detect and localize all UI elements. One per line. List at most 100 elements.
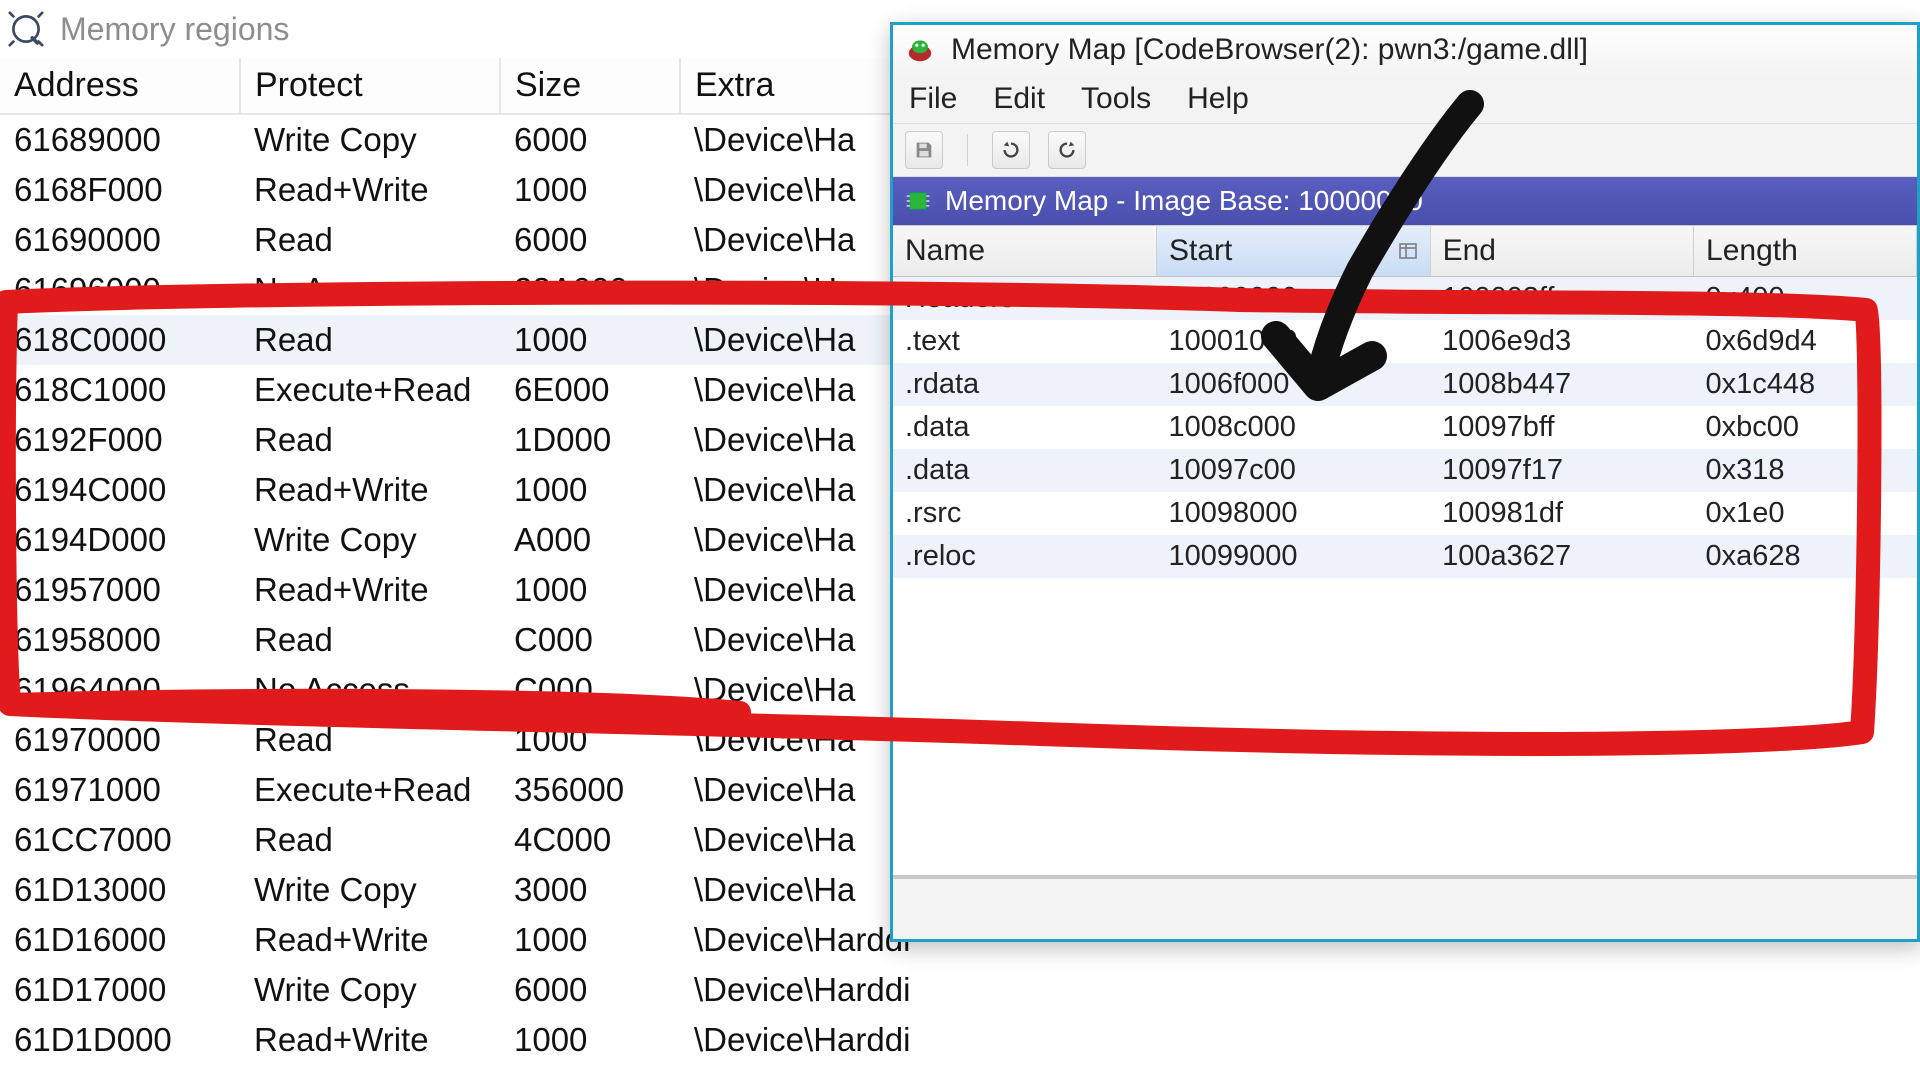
table-cell: 0x1e0 (1694, 492, 1917, 535)
table-cell: 61696000 (0, 265, 240, 315)
table-cell: 1006f000 (1156, 363, 1430, 406)
table-row[interactable]: 61D1D000Read+Write1000\Device\HarddiskVo… (0, 1015, 909, 1065)
table-cell: \Device\Ha (680, 865, 909, 915)
table-row[interactable]: .reloc10099000100a36270xa628 (893, 535, 1917, 578)
redo-button[interactable] (1048, 131, 1086, 169)
table-cell: 0xbc00 (1694, 406, 1917, 449)
save-button[interactable] (905, 131, 943, 169)
gh-window-title: Memory Map [CodeBrowser(2): pwn3:/game.d… (951, 33, 1588, 67)
table-cell: 0x1c448 (1694, 363, 1917, 406)
table-cell: 1000 (500, 1015, 680, 1065)
table-cell: 0x400 (1694, 277, 1917, 321)
table-row[interactable]: Headers10000000100003ff0x400 (893, 277, 1917, 321)
table-row[interactable]: 61D13000Write Copy3000\Device\Ha (0, 865, 909, 915)
ce-col-extra[interactable]: Extra (680, 58, 909, 114)
table-cell: 3000 (500, 865, 680, 915)
table-row[interactable]: .rdata1006f0001008b4470x1c448 (893, 363, 1917, 406)
table-cell: 10001000 (1156, 320, 1430, 363)
table-row[interactable]: 61690000Read6000\Device\Ha (0, 215, 909, 265)
table-row[interactable]: .data1008c00010097bff0xbc00 (893, 406, 1917, 449)
gh-menu-edit[interactable]: Edit (993, 82, 1045, 116)
table-cell: 61D13000 (0, 865, 240, 915)
table-cell: \Device\Ha (680, 815, 909, 865)
gh-col-start[interactable]: Start (1156, 226, 1430, 277)
table-row[interactable]: 61964000No AccessC000\Device\Ha (0, 665, 909, 715)
table-cell: C000 (500, 615, 680, 665)
table-row[interactable]: 61971000Execute+Read356000\Device\Ha (0, 765, 909, 815)
table-cell: 1000 (500, 565, 680, 615)
gh-menu-tools[interactable]: Tools (1081, 82, 1151, 116)
table-cell: 1000 (500, 715, 680, 765)
table-cell: Read (240, 415, 500, 465)
gh-pane-header: Memory Map - Image Base: 10000000 (893, 177, 1917, 225)
table-cell: 1008b447 (1430, 363, 1693, 406)
table-cell: C000 (500, 665, 680, 715)
table-cell: \Device\Ha (680, 615, 909, 665)
table-cell: 61964000 (0, 665, 240, 715)
table-row[interactable]: 61696000No Access22A000\Device\Ha (0, 265, 909, 315)
table-cell: .reloc (893, 535, 1156, 578)
table-cell: Read (240, 215, 500, 265)
table-cell: 0x318 (1694, 449, 1917, 492)
toolbar-separator (967, 134, 968, 166)
ce-memory-regions-table[interactable]: Address Protect Size Extra 61689000Write… (0, 58, 910, 1065)
table-row[interactable]: 618C1000Execute+Read6E000\Device\Ha (0, 365, 909, 415)
ce-col-address[interactable]: Address (0, 58, 240, 114)
table-cell: \Device\HarddiskVolume2\Windows\SysWOW64… (680, 915, 909, 965)
table-row[interactable]: 61958000ReadC000\Device\Ha (0, 615, 909, 665)
table-row[interactable]: 6192F000Read1D000\Device\Ha (0, 415, 909, 465)
table-cell: 61958000 (0, 615, 240, 665)
ce-titlebar[interactable]: Memory regions (0, 0, 910, 58)
table-row[interactable]: 618C0000Read1000\Device\Ha (0, 315, 909, 365)
table-row[interactable]: 61D16000Read+Write1000\Device\HarddiskVo… (0, 915, 909, 965)
table-cell: 6000 (500, 965, 680, 1015)
table-cell: \Device\Ha (680, 114, 909, 165)
table-cell: \Device\Ha (680, 165, 909, 215)
gh-menu-file[interactable]: File (909, 82, 957, 116)
table-row[interactable]: .text100010001006e9d30x6d9d4 (893, 320, 1917, 363)
ce-col-protect[interactable]: Protect (240, 58, 500, 114)
table-cell: \Device\HarddiskVolume2\Windows\SysWOW64… (680, 1015, 909, 1065)
table-row[interactable]: 6194D000Write CopyA000\Device\Ha (0, 515, 909, 565)
table-cell: 10097c00 (1156, 449, 1430, 492)
column-tool-icon[interactable] (1396, 239, 1420, 263)
table-cell: .data (893, 449, 1156, 492)
memory-chip-icon (903, 186, 933, 216)
table-cell: 1D000 (500, 415, 680, 465)
table-row[interactable]: 61970000Read1000\Device\Ha (0, 715, 909, 765)
table-cell: 1006e9d3 (1430, 320, 1693, 363)
gh-memory-map-table[interactable]: Name Start End Length Headers10000000100… (893, 226, 1917, 578)
table-cell: 6E000 (500, 365, 680, 415)
table-cell: No Access (240, 665, 500, 715)
table-row[interactable]: .rsrc10098000100981df0x1e0 (893, 492, 1917, 535)
undo-button[interactable] (992, 131, 1030, 169)
table-cell: 4C000 (500, 815, 680, 865)
table-cell: 61D16000 (0, 915, 240, 965)
gh-col-end[interactable]: End (1430, 226, 1693, 277)
table-cell: 1000 (500, 915, 680, 965)
table-cell: .rdata (893, 363, 1156, 406)
table-row[interactable]: 6194C000Read+Write1000\Device\Ha (0, 465, 909, 515)
table-cell: Read (240, 615, 500, 665)
table-row[interactable]: 61957000Read+Write1000\Device\Ha (0, 565, 909, 615)
table-row[interactable]: 6168F000Read+Write1000\Device\Ha (0, 165, 909, 215)
gh-col-name[interactable]: Name (893, 226, 1156, 277)
table-cell: \Device\Ha (680, 265, 909, 315)
table-row[interactable]: 61689000Write Copy6000\Device\Ha (0, 114, 909, 165)
gh-titlebar[interactable]: Memory Map [CodeBrowser(2): pwn3:/game.d… (893, 25, 1917, 75)
table-cell: .text (893, 320, 1156, 363)
table-row[interactable]: 61D17000Write Copy6000\Device\HarddiskVo… (0, 965, 909, 1015)
table-cell: 10099000 (1156, 535, 1430, 578)
cheatengine-icon (8, 11, 44, 47)
table-cell: 10098000 (1156, 492, 1430, 535)
table-row[interactable]: .data10097c0010097f170x318 (893, 449, 1917, 492)
table-cell: 100003ff (1430, 277, 1693, 321)
table-cell: 22A000 (500, 265, 680, 315)
table-row[interactable]: 61CC7000Read4C000\Device\Ha (0, 815, 909, 865)
table-cell: 100981df (1430, 492, 1693, 535)
gh-col-length[interactable]: Length (1694, 226, 1917, 277)
table-cell: Read (240, 815, 500, 865)
ce-col-size[interactable]: Size (500, 58, 680, 114)
table-cell: Read+Write (240, 1015, 500, 1065)
gh-menu-help[interactable]: Help (1187, 82, 1249, 116)
